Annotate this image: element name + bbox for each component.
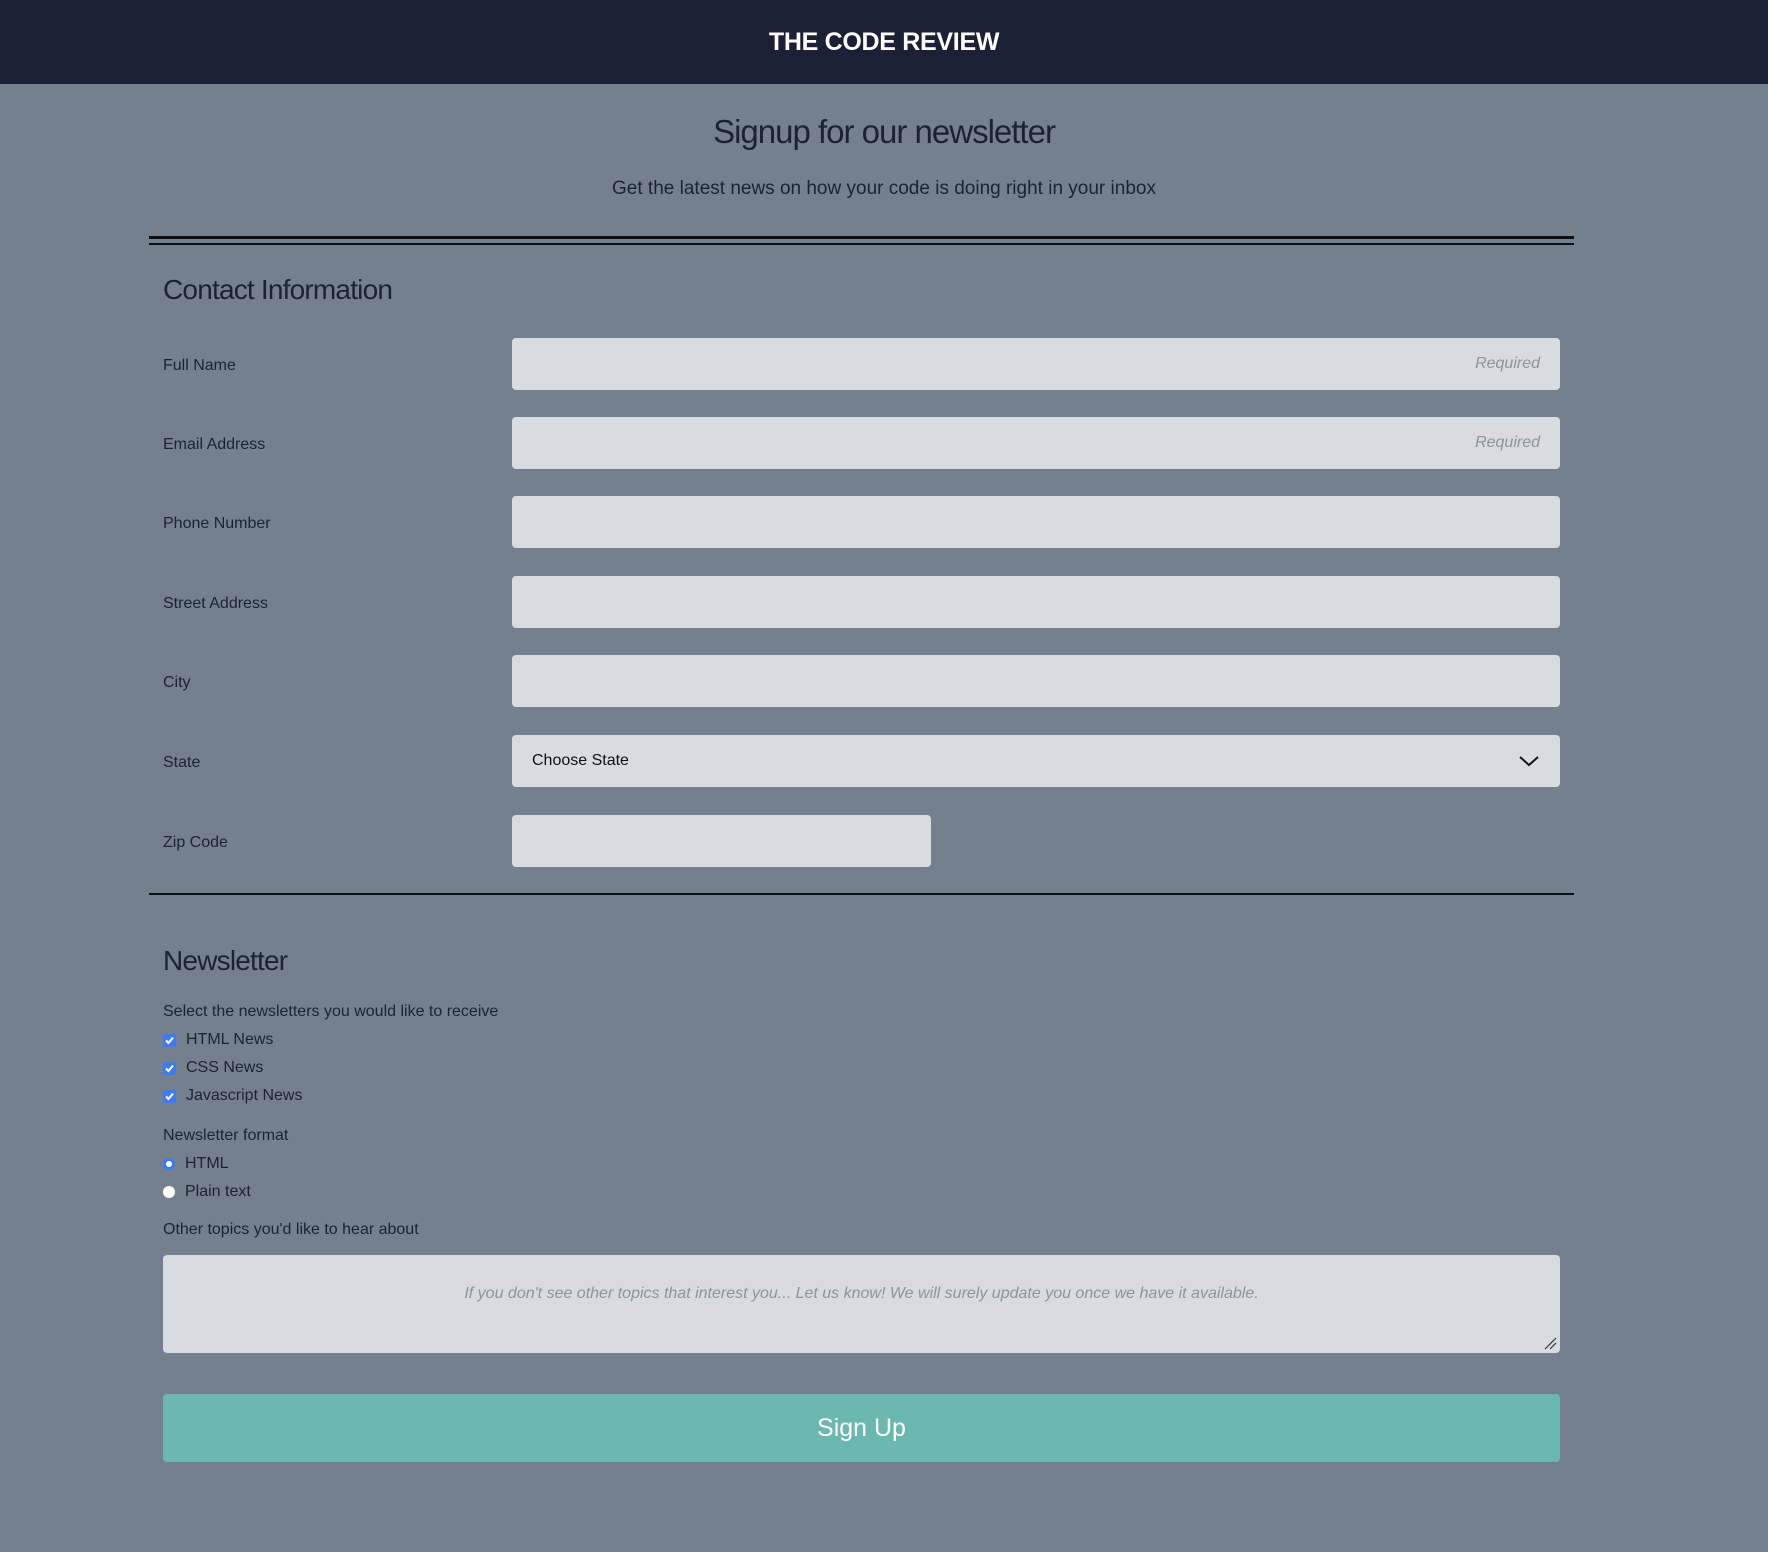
state-label: State bbox=[163, 754, 201, 771]
page-subtitle: Get the latest news on how your code is … bbox=[612, 177, 1156, 199]
format-option-plain-text[interactable]: Plain text bbox=[163, 1183, 251, 1201]
phone-label: Phone Number bbox=[163, 515, 271, 532]
zip-label: Zip Code bbox=[163, 834, 228, 851]
format-option-html[interactable]: HTML bbox=[163, 1155, 229, 1173]
state-select[interactable]: Choose State bbox=[512, 735, 1560, 787]
newsletter-option-css[interactable]: CSS News bbox=[163, 1059, 263, 1077]
newsletter-option-javascript[interactable]: Javascript News bbox=[163, 1087, 302, 1105]
newsletter-option-label: HTML News bbox=[186, 1031, 274, 1048]
other-topics-label: Other topics you'd like to hear about bbox=[163, 1221, 419, 1238]
email-label: Email Address bbox=[163, 436, 266, 453]
full-name-label: Full Name bbox=[163, 357, 236, 374]
city-label: City bbox=[163, 674, 191, 691]
other-topics-textarea[interactable]: If you don't see other topics that inter… bbox=[163, 1255, 1560, 1353]
newsletter-format-label: Newsletter format bbox=[163, 1127, 289, 1144]
resize-handle-icon[interactable] bbox=[1543, 1336, 1557, 1350]
newsletter-option-label: CSS News bbox=[186, 1059, 264, 1076]
newsletter-select-prompt: Select the newsletters you would like to… bbox=[163, 1003, 499, 1020]
street-label: Street Address bbox=[163, 595, 268, 612]
full-name-placeholder: Required bbox=[1475, 355, 1540, 372]
page-title: Signup for our newsletter bbox=[713, 113, 1056, 150]
street-input[interactable] bbox=[512, 576, 1560, 628]
site-header: THE CODE REVIEW bbox=[0, 0, 1768, 84]
section-divider bbox=[149, 893, 1574, 895]
chevron-down-icon bbox=[1519, 756, 1539, 767]
checkbox-checked-icon[interactable] bbox=[163, 1033, 176, 1047]
site-brand[interactable]: THE CODE REVIEW bbox=[769, 28, 1000, 57]
phone-input[interactable] bbox=[512, 496, 1560, 548]
format-option-label: HTML bbox=[185, 1155, 229, 1172]
radio-selected-icon[interactable] bbox=[163, 1158, 175, 1170]
header-divider bbox=[149, 236, 1574, 246]
email-input[interactable]: Required bbox=[512, 417, 1560, 469]
other-topics-placeholder: If you don't see other topics that inter… bbox=[464, 1285, 1259, 1302]
checkbox-checked-icon[interactable] bbox=[163, 1089, 176, 1103]
newsletter-option-html[interactable]: HTML News bbox=[163, 1031, 273, 1049]
city-input[interactable] bbox=[512, 655, 1560, 707]
state-select-value: Choose State bbox=[532, 752, 629, 769]
newsletter-section-title: Newsletter bbox=[163, 945, 288, 976]
zip-input[interactable] bbox=[512, 815, 931, 867]
full-name-input[interactable]: Required bbox=[512, 338, 1560, 390]
sign-up-button[interactable]: Sign Up bbox=[163, 1394, 1560, 1462]
newsletter-option-label: Javascript News bbox=[186, 1087, 303, 1104]
format-option-label: Plain text bbox=[185, 1183, 251, 1200]
contact-section-title: Contact Information bbox=[163, 274, 393, 305]
radio-unselected-icon[interactable] bbox=[163, 1186, 175, 1198]
email-placeholder: Required bbox=[1475, 434, 1540, 451]
checkbox-checked-icon[interactable] bbox=[163, 1061, 176, 1075]
